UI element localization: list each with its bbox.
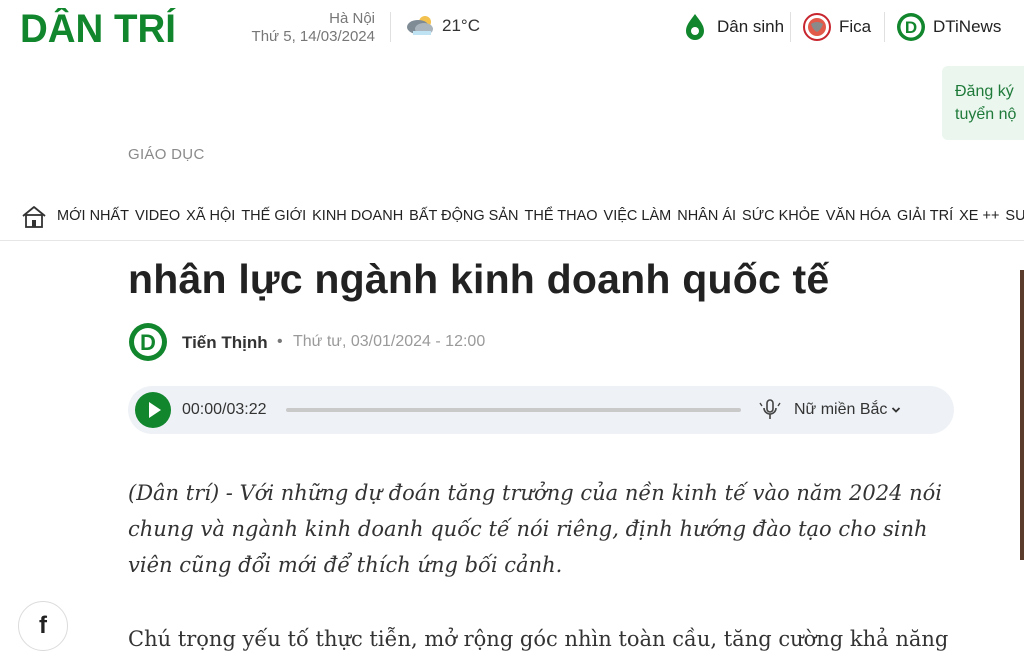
voice-select[interactable]: Nữ miền Bắc [794, 401, 901, 419]
play-icon [149, 402, 161, 418]
cloudy-weather-icon [407, 16, 433, 35]
dan-tri-logo[interactable]: DÂN TRÍ [20, 8, 178, 46]
breadcrumb[interactable]: GIÁO DỤC [128, 146, 205, 163]
facebook-icon: f [39, 612, 47, 639]
svg-text:D: D [140, 330, 156, 355]
logo-text: DÂN TRÍ [20, 8, 177, 46]
article-paragraph: Chú trọng yếu tố thực tiễn, mở rộng góc … [128, 627, 949, 651]
nav-item-bat-dong-san[interactable]: BẤT ĐỘNG SẢN [409, 208, 518, 224]
home-icon[interactable] [20, 203, 48, 231]
dan-sinh-link[interactable]: Dân sinh [680, 10, 784, 44]
dan-sinh-label: Dân sinh [717, 17, 785, 36]
temperature: 21°C [442, 16, 480, 35]
nav-item-viec-lam[interactable]: VIỆC LÀM [604, 208, 672, 224]
nav-item-xa-hoi[interactable]: XÃ HỘI [186, 208, 235, 224]
microphone-icon [759, 399, 781, 419]
nav-item-giai-tri[interactable]: GIẢI TRÍ [897, 208, 953, 224]
publish-date: Thứ tư, 03/01/2024 - 12:00 [293, 333, 486, 350]
dtinews-link[interactable]: D DTiNews [896, 10, 1001, 44]
divider [390, 12, 391, 42]
nav-item-moi-nhat[interactable]: MỚI NHẤT [57, 208, 129, 224]
nav-item-van-hoa[interactable]: VĂN HÓA [826, 208, 891, 224]
dtinews-label: DTiNews [933, 17, 1002, 36]
svg-text:D: D [905, 18, 917, 37]
current-date: Thứ 5, 14/03/2024 [251, 28, 375, 45]
sidebar-image [1020, 270, 1024, 560]
nav-item-video[interactable]: VIDEO [135, 208, 180, 224]
nav-item-the-gioi[interactable]: THẾ GIỚI [241, 208, 306, 224]
category-nav: MỚI NHẤT VIDEO XÃ HỘI THẾ GIỚI KINH DOAN… [0, 196, 1024, 241]
fica-link[interactable]: Fica [802, 10, 871, 44]
chevron-down-icon [892, 407, 901, 413]
article-title: nhân lực ngành kinh doanh quốc tế [128, 256, 830, 302]
facebook-share-button[interactable]: f [18, 601, 68, 651]
weather-location: Hà Nội [329, 10, 375, 27]
nav-item-the-thao[interactable]: THỂ THAO [524, 208, 597, 224]
nav-item-nhan-ai[interactable]: NHÂN ÁI [677, 208, 736, 224]
article-sapo: (Dân trí) - Với những dự đoán tăng trưởn… [128, 481, 943, 577]
dtinews-logo-icon: D [897, 13, 925, 41]
divider [884, 12, 885, 42]
nav-item-suc-manh-so[interactable]: SU [1005, 208, 1024, 224]
meta-separator: • [277, 333, 283, 350]
nav-items: MỚI NHẤT VIDEO XÃ HỘI THẾ GIỚI KINH DOAN… [57, 208, 1024, 224]
cta-line-1: Đăng ký [955, 83, 1014, 100]
author-avatar[interactable]: D [128, 322, 168, 362]
nav-item-kinh-doanh[interactable]: KINH DOANH [312, 208, 403, 224]
audio-progress-bar[interactable] [286, 408, 741, 412]
voice-select-label: Nữ miền Bắc [794, 401, 888, 418]
cta-line-2: tuyển nộ [955, 106, 1017, 123]
fica-label: Fica [839, 17, 872, 36]
nav-item-suc-khoe[interactable]: SỨC KHỎE [742, 208, 820, 224]
nav-item-xe[interactable]: XE ++ [959, 208, 999, 224]
audio-player: 00:00/03:22 Nữ miền Bắc [128, 386, 954, 434]
divider [790, 12, 791, 42]
play-button[interactable] [135, 392, 171, 428]
audio-time: 00:00/03:22 [182, 401, 267, 418]
dan-sinh-icon [686, 14, 704, 40]
recruitment-register-button[interactable]: Đăng ký tuyển nộ [942, 66, 1024, 140]
fica-globe-icon [803, 13, 831, 41]
author-name[interactable]: Tiến Thịnh [182, 333, 268, 353]
